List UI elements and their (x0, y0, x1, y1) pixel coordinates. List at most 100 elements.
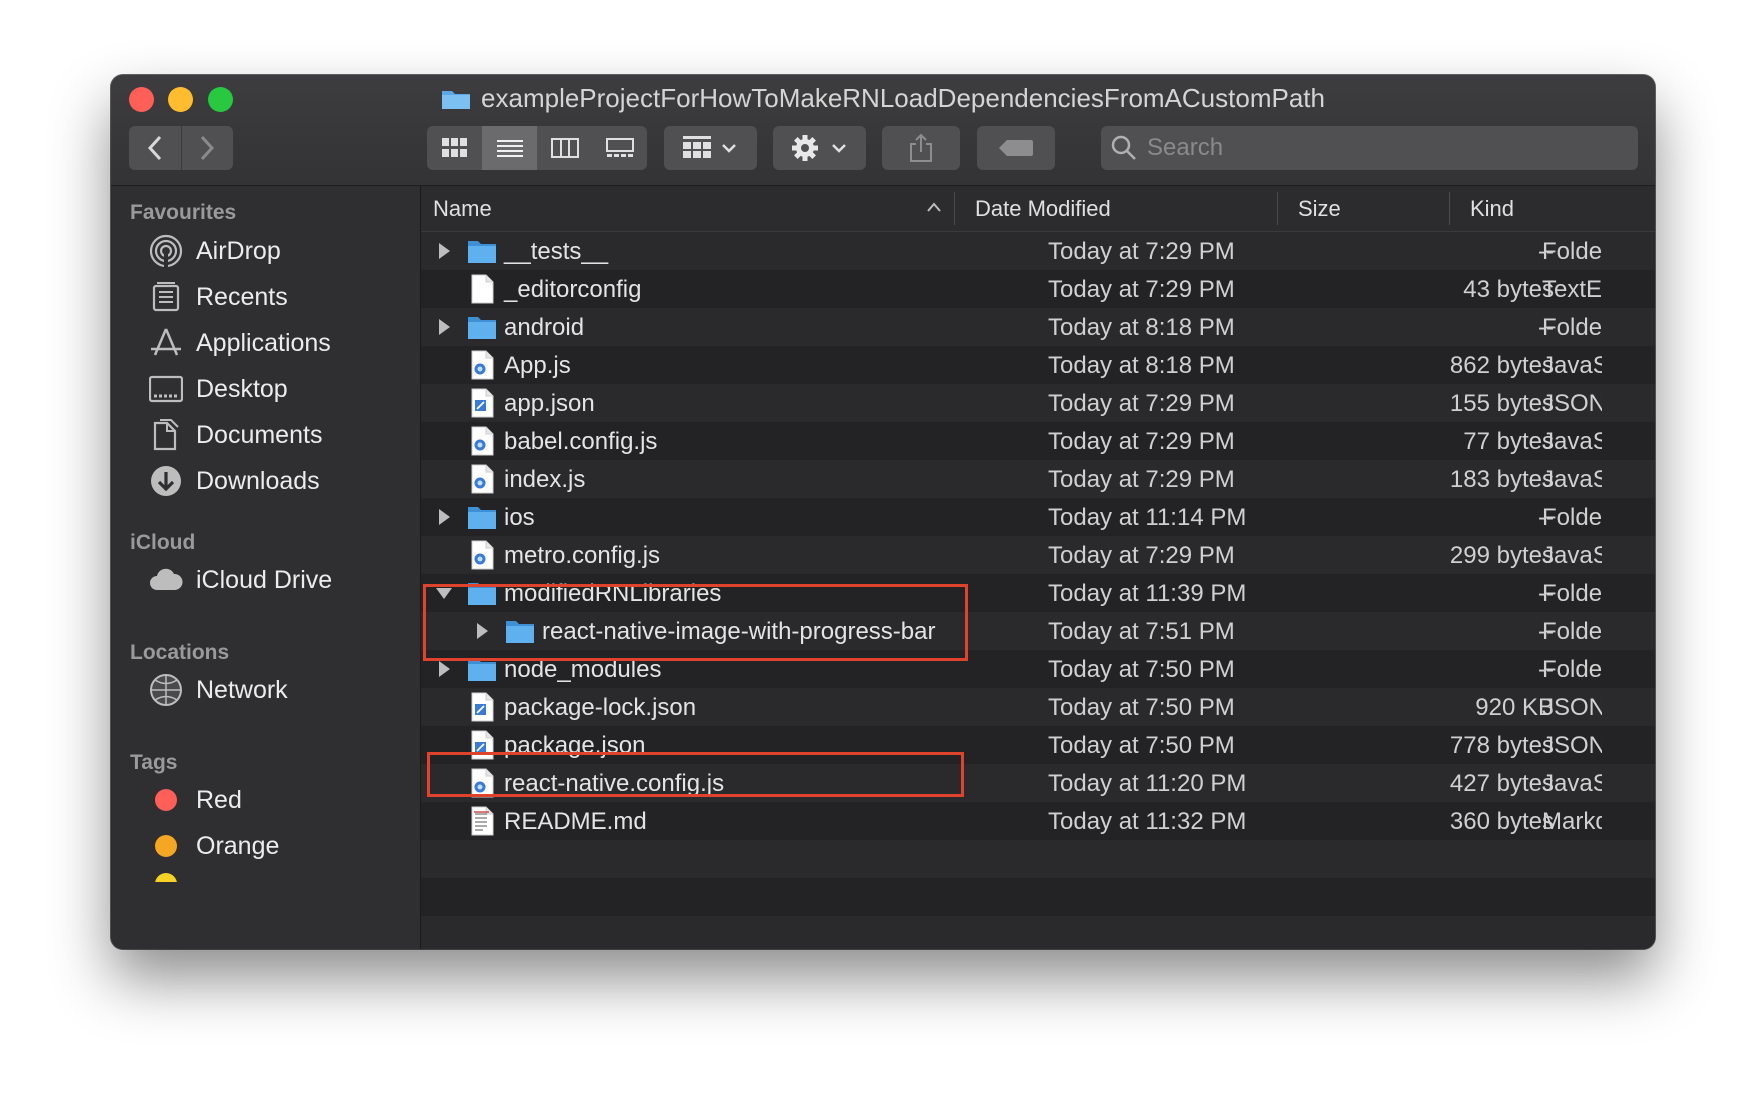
table-row[interactable]: App.js Today at 8:18 PM 862 bytesJavaScrip… (421, 346, 1655, 384)
disclosure-expanded-icon[interactable] (434, 583, 454, 603)
table-row[interactable]: app.json Today at 7:29 PM 155 bytes JSON (421, 384, 1655, 422)
disclosure-collapsed-icon[interactable] (434, 241, 454, 261)
sidebar-item-label: Documents (196, 420, 323, 449)
chevron-left-icon (147, 135, 161, 161)
table-row[interactable]: babel.config.js Today at 7:29 PM 77 bytes J… (421, 422, 1655, 460)
file-name: babel.config.js (504, 428, 658, 455)
sidebar-item-icloud-drive[interactable]: iCloud Drive (148, 560, 332, 600)
orange-tag-dot (155, 835, 177, 857)
grid-icon (441, 138, 467, 157)
table-row[interactable]: iosToday at 11:14 PM--Folder (421, 498, 1655, 536)
column-header-date[interactable]: Date Modified (975, 186, 1111, 231)
file-date: Today at 7:51 PM (1048, 618, 1235, 645)
share-button[interactable] (882, 126, 960, 170)
file-kind: TextEdit (1542, 276, 1602, 303)
file-date: Today at 7:50 PM (1048, 694, 1235, 721)
file-name: app.json (504, 390, 595, 417)
sidebar-item-network[interactable]: Network (148, 670, 288, 710)
disclosure-collapsed-icon[interactable] (434, 659, 454, 679)
disclosure-collapsed-icon[interactable] (472, 621, 492, 641)
column-separator[interactable] (954, 192, 955, 225)
sidebar-item-tag-red[interactable]: Red (148, 780, 242, 820)
gear-icon (791, 135, 846, 161)
airdrop-icon (148, 233, 184, 269)
file-name: App.js (504, 352, 571, 379)
sidebar-item-tag-orange[interactable]: Orange (148, 826, 279, 866)
table-row[interactable]: __tests__Today at 7:29 PM--Folder (421, 232, 1655, 270)
table-row[interactable]: index.js Today at 7:29 PM 183 bytesJavaScr… (421, 460, 1655, 498)
file-kind: Folder (1542, 504, 1602, 531)
file-kind: Folder (1542, 580, 1602, 607)
disclosure-collapsed-icon[interactable] (434, 507, 454, 527)
json-file-icon (467, 730, 497, 760)
folder-icon (467, 502, 497, 532)
tags-heading: Tags (130, 751, 178, 774)
table-row[interactable]: package-lock.json Today at 7:50 PM 920 KB J… (421, 688, 1655, 726)
sidebar-item-label: iCloud Drive (196, 565, 333, 594)
file-size: 778 bytes (1449, 732, 1554, 759)
file-size: 299 bytes (1449, 542, 1554, 569)
column-separator[interactable] (1277, 192, 1278, 225)
sidebar-item-documents[interactable]: Documents (148, 415, 322, 455)
tags-button[interactable] (977, 126, 1055, 170)
empty-row (421, 916, 1655, 949)
icloud-icon (148, 562, 184, 598)
table-row[interactable]: metro.config.js Today at 7:29 PM 299 bytes… (421, 536, 1655, 574)
icloud-heading: iCloud (130, 531, 196, 554)
file-size: 427 bytes (1449, 770, 1554, 797)
list-view-button[interactable] (482, 126, 537, 170)
icon-view-button[interactable] (427, 126, 482, 170)
markdown-file-icon (467, 806, 497, 836)
column-view-button[interactable] (537, 126, 592, 170)
sidebar-item-applications[interactable]: Applications (148, 323, 331, 363)
search-field[interactable] (1101, 126, 1638, 170)
back-button[interactable] (129, 126, 181, 170)
table-row[interactable]: react-native-image-with-progress-bar Toda… (421, 612, 1655, 650)
file-size: 77 bytes (1463, 428, 1554, 455)
list-header: Name Date Modified Size Kind (421, 186, 1655, 232)
file-date: Today at 7:29 PM (1048, 390, 1235, 417)
table-row[interactable]: node_modulesToday at 7:50 PM--Folder (421, 650, 1655, 688)
table-row[interactable]: react-native.config.js Today at 11:20 PM 4… (421, 764, 1655, 802)
javascript-file-icon (467, 350, 497, 380)
gallery-icon (605, 138, 634, 157)
column-header-name[interactable]: Name (433, 186, 492, 231)
title-bar: exampleProjectForHowToMakeRNLoadDependen… (111, 75, 1655, 186)
sidebar-item-tag-partial[interactable] (148, 872, 184, 882)
sidebar-item-airdrop[interactable]: AirDrop (148, 231, 281, 271)
sidebar-item-recents[interactable]: Recents (148, 277, 288, 317)
search-input[interactable] (1145, 133, 1619, 163)
file-size: 43 bytes (1463, 276, 1554, 303)
search-icon (1111, 135, 1136, 160)
group-by-button[interactable] (664, 126, 757, 170)
sidebar-item-downloads[interactable]: Downloads (148, 461, 320, 501)
table-row[interactable]: _editorconfig Today at 7:29 PM 43 bytes Tex… (421, 270, 1655, 308)
file-date: Today at 11:32 PM (1048, 808, 1247, 835)
table-row[interactable]: README.md Today at 11:32 PM 360 bytesMarkd… (421, 802, 1655, 840)
sidebar-item-desktop[interactable]: Desktop (148, 369, 288, 409)
file-name: node_modules (504, 656, 662, 683)
forward-button[interactable] (180, 126, 234, 170)
action-button[interactable] (773, 126, 866, 170)
sort-ascending-icon (927, 202, 941, 212)
table-row[interactable]: package.json Today at 7:50 PM 778 bytes JSO… (421, 726, 1655, 764)
file-kind: JSON (1542, 390, 1602, 417)
json-file-icon (467, 388, 497, 418)
gallery-view-button[interactable] (592, 126, 647, 170)
file-kind: Folder (1542, 314, 1602, 341)
table-row[interactable]: androidToday at 8:18 PM--Folder (421, 308, 1655, 346)
table-row[interactable]: modifiedRNLibraries Today at 11:39 PM -- Fo… (421, 574, 1655, 612)
sidebar-item-label: Downloads (196, 466, 320, 495)
sidebar-item-label: Applications (196, 328, 331, 357)
file-name: react-native.config.js (504, 770, 725, 797)
folder-icon (467, 654, 497, 684)
file-kind: JSON (1542, 732, 1602, 759)
file-name: react-native-image-with-progress-bar (542, 618, 936, 645)
file-kind: JSON (1542, 694, 1602, 721)
column-header-kind[interactable]: Kind (1470, 186, 1514, 231)
column-header-size[interactable]: Size (1298, 186, 1341, 231)
column-separator[interactable] (1449, 192, 1450, 225)
list-icon (496, 140, 523, 157)
share-icon (910, 133, 932, 162)
disclosure-collapsed-icon[interactable] (434, 317, 454, 337)
